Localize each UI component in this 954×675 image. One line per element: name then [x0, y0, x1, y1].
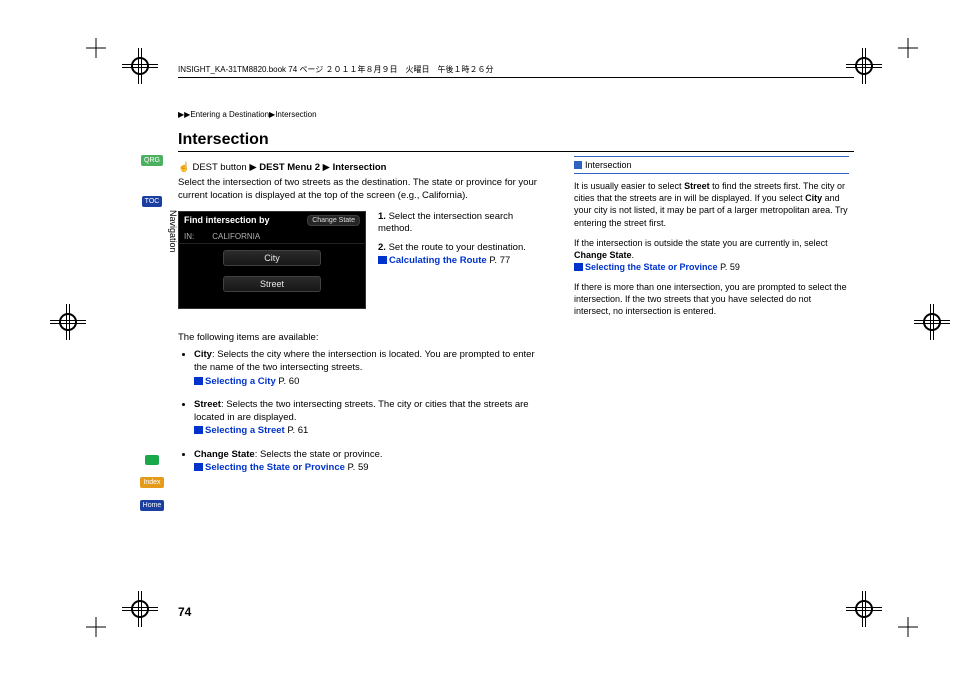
- arrow-icon: ▶: [249, 162, 256, 173]
- page-title: Intersection: [178, 131, 854, 152]
- cross-reference-link[interactable]: Selecting a City: [205, 376, 276, 387]
- registration-mark-icon: [56, 310, 80, 334]
- street-button: Street: [223, 276, 321, 292]
- step-text: Select the intersection search method.: [378, 211, 513, 235]
- screenshot-title: Find intersection by: [184, 215, 270, 226]
- registration-mark-icon: [852, 54, 876, 78]
- crop-mark-icon: [86, 617, 106, 637]
- link-arrow-icon: [194, 426, 203, 434]
- tip-heading-label: Intersection: [585, 160, 632, 170]
- page-reference: P. 59: [348, 462, 369, 473]
- item-label: Change State: [194, 449, 255, 460]
- tip-paragraph: If there is more than one intersection, …: [574, 281, 849, 317]
- page-reference: P. 60: [278, 376, 299, 387]
- tab-qrg[interactable]: QRG: [141, 155, 163, 166]
- item-text: : Selects the two intersecting streets. …: [194, 399, 529, 423]
- cross-reference-link[interactable]: Selecting the State or Province: [585, 262, 718, 272]
- cross-reference-link[interactable]: Selecting the State or Province: [205, 462, 345, 473]
- registration-mark-icon: [920, 310, 944, 334]
- intro-text: Select the intersection of two streets a…: [178, 177, 538, 203]
- arrow-icon: ▶▶: [178, 110, 190, 119]
- city-button: City: [223, 250, 321, 266]
- list-item: City: Selects the city where the interse…: [194, 348, 538, 388]
- tip-heading: Intersection: [574, 156, 849, 174]
- registration-mark-icon: [852, 597, 876, 621]
- state-label: IN:: [184, 232, 194, 241]
- breadcrumb: ▶▶Entering a Destination▶Intersection: [178, 110, 854, 119]
- item-text: : Selects the city where the intersectio…: [194, 349, 535, 373]
- document-header: INSIGHT_KA-31TM8820.book 74 ページ ２０１１年８月９…: [178, 64, 854, 78]
- tab-voice-icon[interactable]: [145, 455, 159, 465]
- section-label: Navigation: [168, 210, 178, 253]
- side-tabs: QRG TOC: [140, 155, 164, 207]
- breadcrumb-level-1: Entering a Destination: [190, 110, 269, 119]
- tab-index[interactable]: Index: [140, 477, 163, 488]
- page-reference: P. 61: [287, 425, 308, 436]
- crop-mark-icon: [898, 617, 918, 637]
- sidebar-tips: Intersection It is usually easier to sel…: [574, 156, 849, 484]
- available-items: The following items are available: City:…: [178, 331, 538, 475]
- hand-icon: ☝: [178, 162, 190, 173]
- list-item: Street: Selects the two intersecting str…: [194, 398, 538, 438]
- state-value: CALIFORNIA: [212, 232, 260, 241]
- arrow-icon: ▶: [323, 162, 330, 173]
- registration-mark-icon: [128, 54, 152, 78]
- cross-reference-link[interactable]: Calculating the Route: [389, 255, 487, 266]
- cross-reference-link[interactable]: Selecting a Street: [205, 425, 285, 436]
- navigation-path: ☝ DEST button ▶ DEST Menu 2 ▶ Intersecti…: [178, 162, 538, 173]
- step-number: 1.: [378, 211, 386, 222]
- link-arrow-icon: [194, 377, 203, 385]
- steps-list: 1. Select the intersection search method…: [378, 211, 538, 309]
- note-icon: [574, 161, 582, 169]
- page-reference: P. 59: [720, 262, 740, 272]
- page-number: 74: [178, 605, 191, 619]
- item-label: City: [194, 349, 212, 360]
- change-state-button: Change State: [307, 215, 360, 226]
- nav-path-button: DEST button: [192, 162, 246, 173]
- side-tabs-lower: Index Home: [140, 455, 164, 511]
- nav-path-item: Intersection: [333, 162, 387, 173]
- item-text: : Selects the state or province.: [255, 449, 383, 460]
- step-text: Set the route to your destination.: [389, 242, 526, 253]
- device-screenshot: Find intersection by Change State IN: CA…: [178, 211, 366, 309]
- tab-toc[interactable]: TOC: [142, 196, 163, 207]
- items-intro: The following items are available:: [178, 332, 318, 343]
- crop-mark-icon: [898, 38, 918, 58]
- item-label: Street: [194, 399, 221, 410]
- link-arrow-icon: [574, 263, 583, 271]
- list-item: Change State: Selects the state or provi…: [194, 448, 538, 475]
- page-reference: P. 77: [489, 255, 510, 266]
- registration-mark-icon: [128, 597, 152, 621]
- step-number: 2.: [378, 242, 386, 253]
- link-arrow-icon: [194, 463, 203, 471]
- tab-home[interactable]: Home: [140, 500, 165, 511]
- breadcrumb-level-2: Intersection: [275, 110, 316, 119]
- nav-path-menu: DEST Menu 2: [259, 162, 320, 173]
- crop-mark-icon: [86, 38, 106, 58]
- link-arrow-icon: [378, 256, 387, 264]
